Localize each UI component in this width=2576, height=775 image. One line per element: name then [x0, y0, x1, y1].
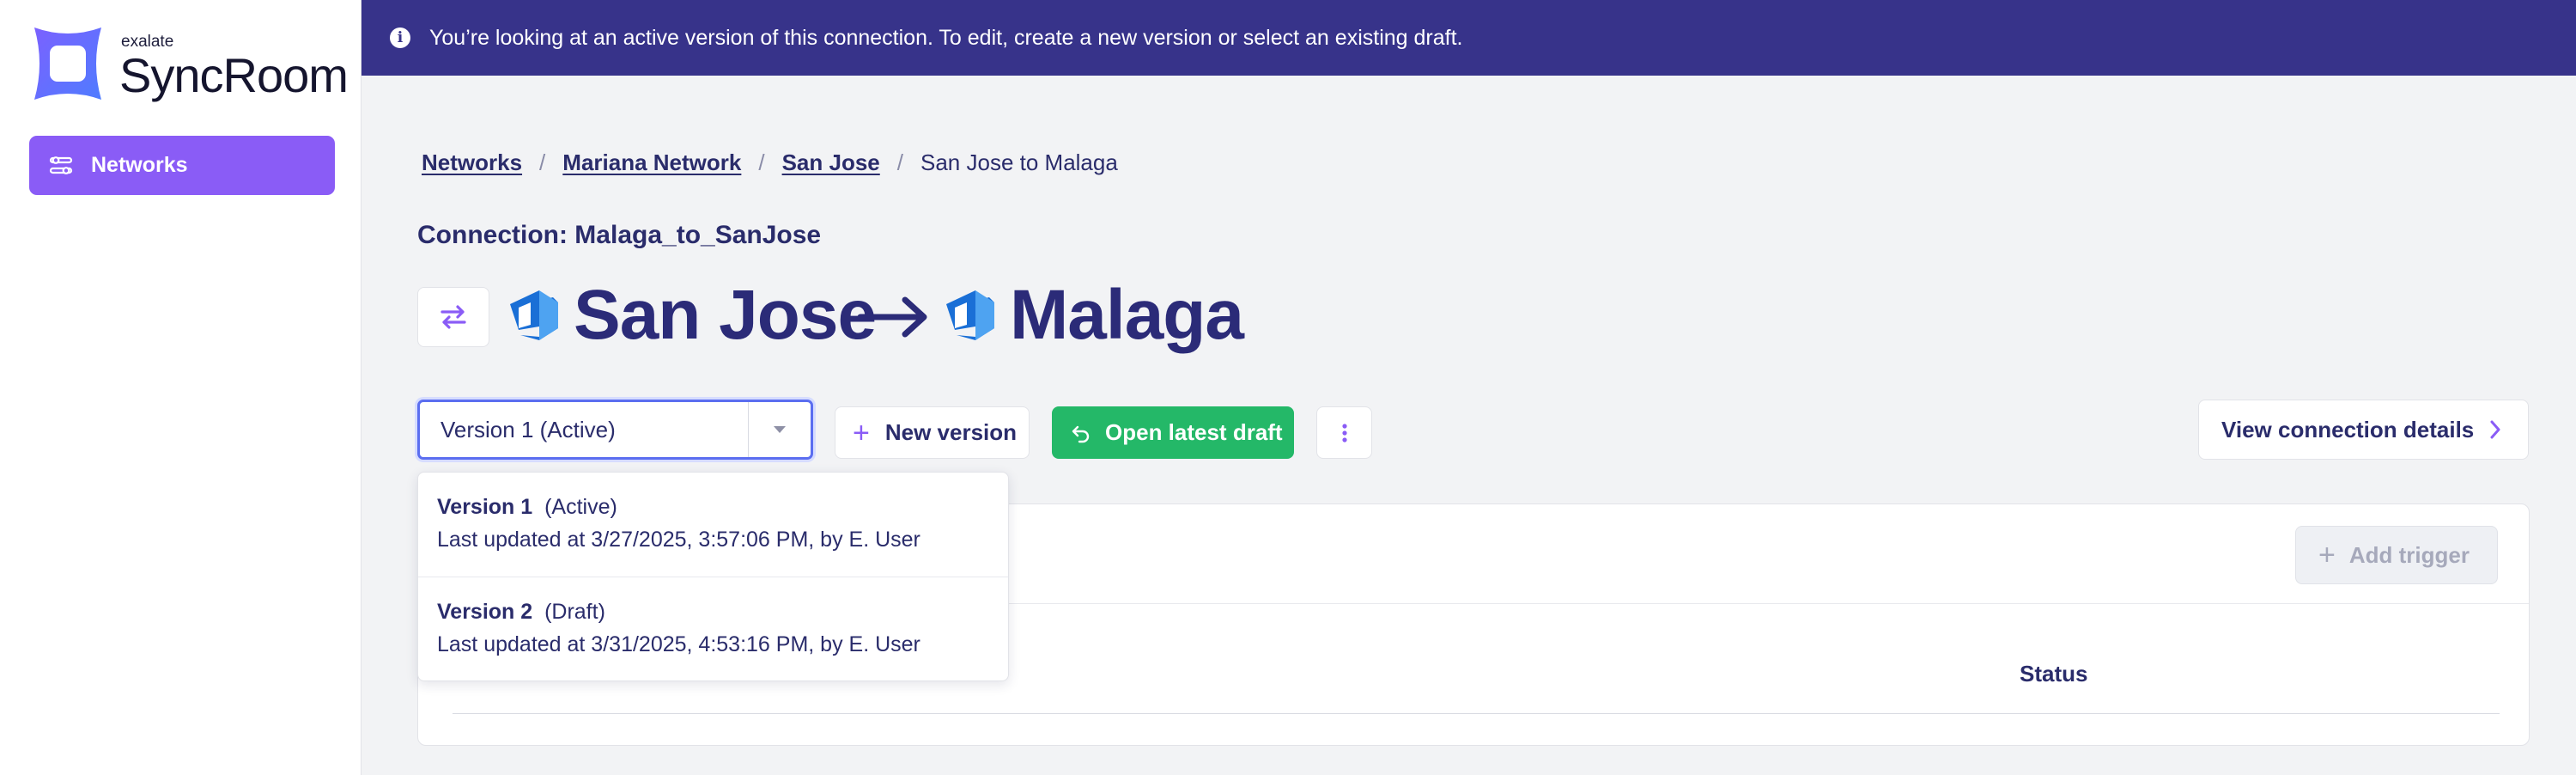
breadcrumb-san-jose[interactable]: San Jose [782, 150, 880, 176]
status-column-header: Status [2020, 661, 2088, 687]
source-title: San Jose [574, 276, 877, 354]
banner-text: You’re looking at an active version of t… [429, 25, 1463, 50]
dropdown-option-version-1[interactable]: Version 1 (Active) Last updated at 3/27/… [418, 473, 1008, 577]
logo[interactable]: exalate SyncRoom [29, 24, 349, 105]
version-dropdown: Version 1 (Active) Last updated at 3/27/… [417, 472, 1009, 681]
connection-label: Connection: Malaga_to_SanJose [417, 221, 822, 249]
breadcrumb-separator: / [539, 149, 546, 175]
breadcrumb-separator: / [896, 149, 903, 175]
version-select-value: Version 1 (Active) [440, 416, 616, 442]
sidebar: exalate SyncRoom Networks [0, 0, 361, 775]
sidebar-item-label: Networks [91, 153, 188, 177]
chevron-down-icon[interactable] [749, 425, 811, 434]
chevron-right-icon [2490, 420, 2500, 439]
connection-title: San Jose Malaga [417, 277, 1534, 354]
breadcrumb-mariana-network[interactable]: Mariana Network [562, 150, 741, 176]
table-divider [453, 713, 2500, 714]
swap-arrows-icon [440, 305, 466, 329]
option-state: (Active) [544, 495, 617, 519]
new-version-button[interactable]: + New version [835, 406, 1030, 459]
new-version-label: New version [884, 419, 1018, 445]
swap-direction-button[interactable] [417, 287, 489, 347]
undo-arrow-icon [1072, 425, 1090, 442]
azure-devops-icon [510, 290, 558, 340]
view-connection-details-button[interactable]: View connection details [2198, 400, 2529, 460]
kebab-menu-icon [1341, 423, 1347, 442]
breadcrumb: Networks / Mariana Network / San Jose / … [422, 148, 1118, 177]
more-options-button[interactable] [1316, 406, 1372, 459]
add-trigger-label: Add trigger [2348, 541, 2470, 568]
option-updated: Last updated at 3/31/2025, 4:53:16 PM, b… [437, 632, 920, 656]
breadcrumb-current: San Jose to Malaga [920, 149, 1118, 175]
app: exalate SyncRoom Networks i You’re looki… [0, 0, 2576, 775]
option-updated: Last updated at 3/27/2025, 3:57:06 PM, b… [437, 528, 920, 552]
option-name: Version 2 [437, 600, 533, 624]
plus-icon: + [853, 416, 870, 449]
view-details-label: View connection details [2221, 416, 2475, 442]
dropdown-option-version-2[interactable]: Version 2 (Draft) Last updated at 3/31/2… [418, 577, 1008, 682]
option-title: Version 2 (Draft) [437, 600, 605, 625]
target-title: Malaga [1010, 276, 1244, 354]
breadcrumb-networks[interactable]: Networks [422, 150, 522, 176]
version-select[interactable]: Version 1 (Active) [417, 400, 813, 460]
sliders-icon [49, 156, 73, 174]
option-title: Version 1 (Active) [437, 495, 617, 520]
add-trigger-button[interactable]: + Add trigger [2295, 526, 2498, 584]
option-name: Version 1 [437, 495, 533, 519]
arrow-right-icon [857, 296, 927, 338]
option-state: (Draft) [544, 600, 605, 624]
breadcrumb-separator: / [758, 149, 765, 175]
brand-name: SyncRoom [119, 48, 349, 102]
plus-icon: + [2318, 538, 2336, 571]
info-icon: i [390, 27, 410, 48]
info-banner: i You’re looking at an active version of… [361, 0, 2576, 76]
syncroom-logo-icon [34, 27, 101, 100]
open-draft-label: Open latest draft [1105, 419, 1283, 445]
open-latest-draft-button[interactable]: Open latest draft [1052, 406, 1294, 459]
azure-devops-icon [946, 290, 994, 340]
sidebar-item-networks[interactable]: Networks [29, 136, 335, 195]
